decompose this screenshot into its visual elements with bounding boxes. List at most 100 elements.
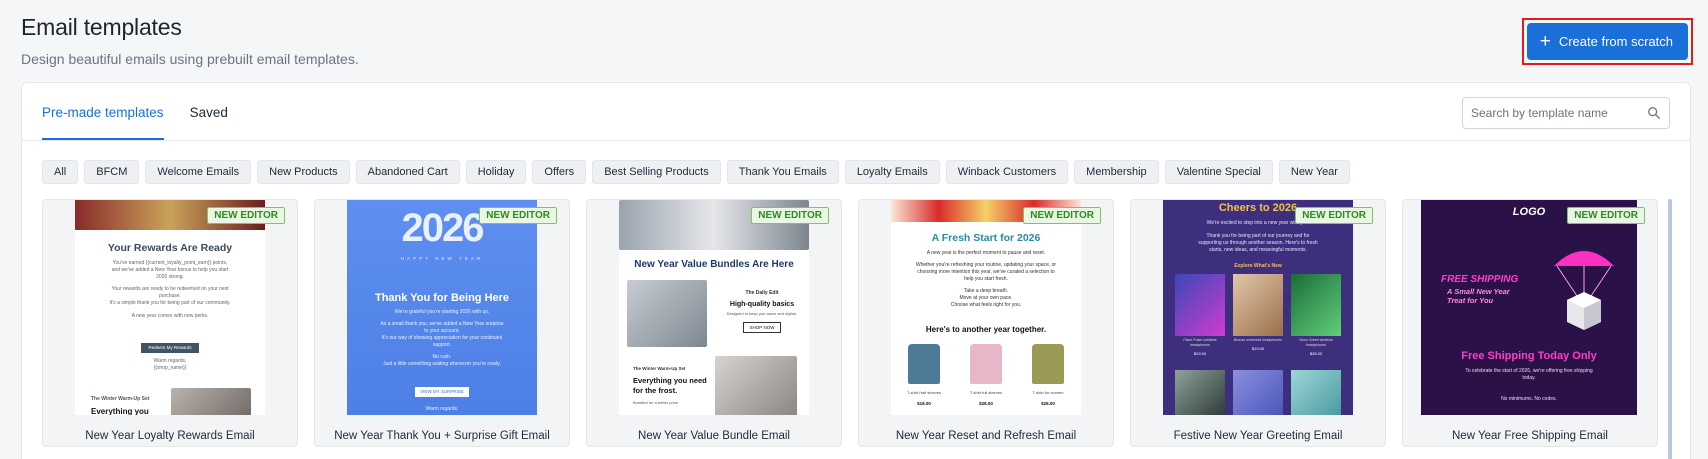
template-preview: LOGO FREE SHIPPING A Small New Year Trea… <box>1421 200 1637 415</box>
category-chip-loyalty-emails[interactable]: Loyalty Emails <box>844 160 940 184</box>
page-subtitle: Design beautiful emails using prebuilt e… <box>21 51 359 67</box>
preview-product-price: $18.00 <box>917 401 931 406</box>
preview-product-name: Flash Pulse cordless headphones <box>1183 338 1217 347</box>
preview-product-price: $29.00 <box>1193 351 1207 356</box>
category-chip-holiday[interactable]: Holiday <box>465 160 527 184</box>
preview-product: T-shirt full sleeves $28.00 <box>961 344 1011 406</box>
preview-headline: New Year Value Bundles Are Here <box>634 259 794 270</box>
search-input[interactable] <box>1471 106 1647 120</box>
template-card[interactable]: Cheers to 2026 We're excited to step int… <box>1130 199 1386 447</box>
template-grid-scrollbar[interactable] <box>1668 199 1672 459</box>
category-chip-welcome-emails[interactable]: Welcome Emails <box>145 160 252 184</box>
preview-body-line: As a small thank you, we've added a New … <box>380 321 504 327</box>
category-filters: All BFCM Welcome Emails New Products Aba… <box>42 160 1350 184</box>
preview-product-name: Neon Green wireless headphones <box>1299 338 1333 347</box>
preview-product: Bronze overhead headphones $19.00 <box>1233 274 1283 356</box>
category-chip-winback-customers[interactable]: Winback Customers <box>945 160 1069 184</box>
product-photo <box>1175 274 1225 336</box>
create-from-scratch-button[interactable]: + Create from scratch <box>1526 23 1688 60</box>
new-editor-badge: NEW EDITOR <box>751 207 829 224</box>
preview-bundle-label: The Daily Edit <box>745 290 779 296</box>
category-chip-offers[interactable]: Offers <box>532 160 587 184</box>
preview-body-line: No rush. <box>432 354 452 360</box>
template-name: New Year Value Bundle Email <box>638 430 790 442</box>
preview-body-line: It's our way of showing appreciation for… <box>381 335 503 341</box>
category-chip-new-year[interactable]: New Year <box>1278 160 1350 184</box>
preview-footer: Warm regards, <box>425 406 459 412</box>
preview-body-line: choosing more intention this year, we've… <box>917 269 1055 275</box>
preview-button: Redeem My Rewards <box>141 343 199 353</box>
preview-button: VIEW MY SURPRISE <box>415 387 469 397</box>
preview-footer: No minimums. No codes. <box>1501 396 1557 402</box>
category-chip-thank-you-emails[interactable]: Thank You Emails <box>726 160 839 184</box>
category-chip-new-products[interactable]: New Products <box>257 160 350 184</box>
preview-body-line: You've earned {{current_loyalty_point_ea… <box>112 260 228 266</box>
parachute-box-illustration <box>1554 251 1614 330</box>
preview-body-line: starts, new ideas, and meaningful moment… <box>1209 247 1307 253</box>
product-photo <box>970 344 1002 384</box>
category-chip-membership[interactable]: Membership <box>1074 160 1159 184</box>
preview-product-price: $28.00 <box>979 401 993 406</box>
preview-body-line: Your rewards are ready to be redeemed on… <box>111 286 229 292</box>
tab-saved[interactable]: Saved <box>190 83 228 140</box>
email-templates-page: Email templates Design beautiful emails … <box>0 0 1708 459</box>
preview-body-line: and we've added a New Year bonus to help… <box>111 267 229 273</box>
preview-body-line: Choose what feels right for you. <box>950 302 1022 308</box>
preview-body-line: A new year is the perfect moment to paus… <box>926 250 1046 256</box>
new-editor-badge: NEW EDITOR <box>207 207 285 224</box>
preview-section-label: The Winter Warm-Up Set <box>633 366 686 371</box>
create-button-highlight: + Create from scratch <box>1521 18 1693 65</box>
preview-body-line: today. <box>1522 375 1536 381</box>
preview-bundle: The Daily Edit High-quality basics Desig… <box>719 290 805 334</box>
preview-body-line: supporting us through another season. He… <box>1198 240 1318 246</box>
preview-body-line: to your account. <box>424 328 460 334</box>
preview-section-label: The Winter Warm-Up Set <box>91 396 150 402</box>
product-photo <box>1032 344 1064 384</box>
new-editor-badge: NEW EDITOR <box>479 207 557 224</box>
preview-hero-title: FREE SHIPPING <box>1441 274 1519 285</box>
preview-product-name: T-shirt full sleeves <box>969 390 1002 395</box>
page-title: Email templates <box>21 14 182 40</box>
tab-pre-made-templates[interactable]: Pre-made templates <box>42 83 164 140</box>
product-photo <box>627 280 707 347</box>
template-name: New Year Reset and Refresh Email <box>895 430 1077 442</box>
preview-body: A new year is the perfect moment to paus… <box>891 250 1081 309</box>
preview-body-line: Just a little something waiting whenever… <box>383 361 501 367</box>
product-photo <box>1233 274 1283 336</box>
preview-body: We're grateful you're starting 2026 with… <box>347 309 537 368</box>
search-icon[interactable] <box>1647 106 1661 120</box>
product-photo <box>1291 370 1341 415</box>
preview-bundle-desc: Designed to keep you warm and stylish. <box>726 311 798 316</box>
preview-section-title: Everything you need for the frost. <box>633 376 707 395</box>
preview-body-line: To celebrate the start of 2026, we're of… <box>1465 368 1593 374</box>
preview-product-name: Bronze overhead headphones <box>1233 338 1283 342</box>
template-name: Festive New Year Greeting Email <box>1173 430 1343 442</box>
template-card[interactable]: Your Rewards Are Ready You've earned {{c… <box>42 199 298 447</box>
category-chip-best-selling-products[interactable]: Best Selling Products <box>592 160 721 184</box>
category-chip-all[interactable]: All <box>42 160 79 184</box>
template-card[interactable]: LOGO FREE SHIPPING A Small New Year Trea… <box>1402 199 1658 447</box>
page-header: Email templates Design beautiful emails … <box>21 14 359 67</box>
product-photo <box>715 356 797 415</box>
preview-body-line: It's a simple thank you for being part o… <box>109 300 231 306</box>
preview-body-line: Take a deep breath. <box>963 288 1009 294</box>
tabs-divider <box>22 140 1690 141</box>
preview-product: T-shirt for women $28.00 <box>1023 344 1073 406</box>
preview-section: The Winter Warm-Up Set Everything you ne… <box>633 366 713 405</box>
category-chip-abandoned-cart[interactable]: Abandoned Cart <box>355 160 460 184</box>
template-card[interactable]: New Year Value Bundles Are Here The Dail… <box>586 199 842 447</box>
preview-products: T-shirt Half sleeves $18.00 T-shirt full… <box>899 344 1073 406</box>
preview-product-price: $19.00 <box>1251 346 1265 351</box>
preview-body: To celebrate the start of 2026, we're of… <box>1421 368 1637 382</box>
preview-body-line: Whether you're refreshing your routine, … <box>915 262 1057 268</box>
category-chip-bfcm[interactable]: BFCM <box>84 160 140 184</box>
template-search[interactable] <box>1462 97 1670 129</box>
preview-body-line: help you start fresh. <box>964 276 1008 282</box>
category-chip-valentine-special[interactable]: Valentine Special <box>1164 160 1273 184</box>
preview-product-price: $28.00 <box>1041 401 1055 406</box>
new-editor-badge: NEW EDITOR <box>1567 207 1645 224</box>
template-name: New Year Thank You + Surprise Gift Email <box>334 430 550 442</box>
template-card[interactable]: A Fresh Start for 2026 A new year is the… <box>858 199 1114 447</box>
template-card[interactable]: 2026 HAPPY NEW YEAR Thank You for Being … <box>314 199 570 447</box>
preview-body: We're excited to step into a new year wi… <box>1163 220 1353 254</box>
